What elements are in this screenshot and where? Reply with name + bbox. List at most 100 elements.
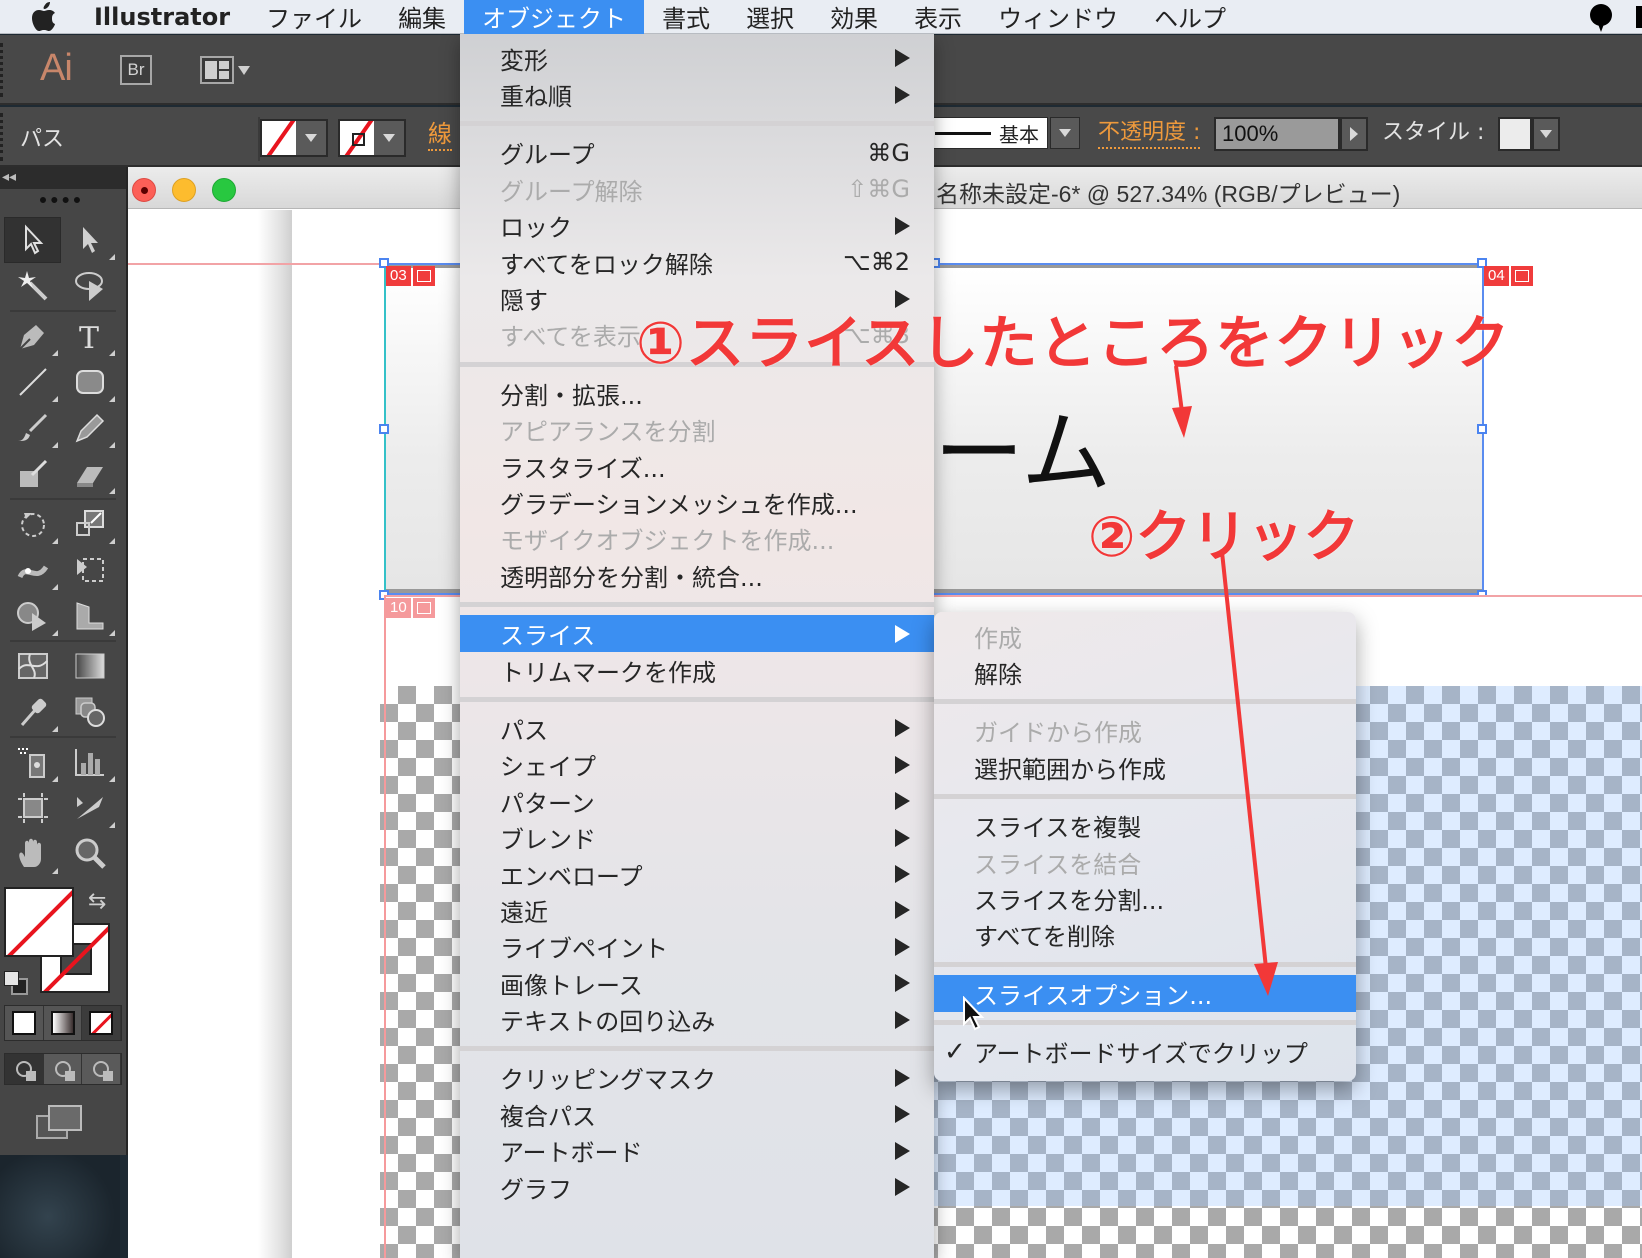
draw-normal-button[interactable] bbox=[5, 1054, 44, 1084]
object_menu-item[interactable]: トリムマークを作成 bbox=[460, 652, 934, 688]
fill-color-dropdown[interactable] bbox=[260, 119, 328, 157]
opacity-slider-button[interactable] bbox=[1340, 117, 1368, 151]
menu-object[interactable]: オブジェクト bbox=[464, 0, 645, 34]
free-transform-tool[interactable] bbox=[61, 547, 118, 593]
object_menu-item[interactable]: シェイプ bbox=[460, 747, 934, 783]
object_menu-item[interactable]: ブレンド bbox=[460, 819, 934, 855]
slice_submenu-item[interactable]: 選択範囲から作成 bbox=[934, 749, 1356, 785]
menu-view[interactable]: 表示 bbox=[896, 0, 980, 34]
opacity-field[interactable]: 100% bbox=[1214, 117, 1340, 151]
symbol-sprayer-tool[interactable] bbox=[4, 739, 61, 785]
eyedropper-tool[interactable] bbox=[4, 689, 61, 735]
object_menu-item[interactable]: 遠近 bbox=[460, 892, 934, 928]
line-segment-tool[interactable] bbox=[4, 359, 61, 405]
status-bar-icon-2[interactable] bbox=[1636, 6, 1642, 28]
draw-inside-button[interactable] bbox=[82, 1054, 122, 1084]
object_menu-item[interactable]: ライブペイント bbox=[460, 929, 934, 965]
menu-app-name[interactable]: Illustrator bbox=[66, 0, 248, 34]
menu-help[interactable]: ヘルプ bbox=[1136, 0, 1244, 34]
artboard-tool[interactable] bbox=[4, 785, 61, 831]
selection-handle[interactable] bbox=[379, 424, 389, 434]
style-dropdown-button[interactable] bbox=[1532, 117, 1560, 151]
magic-wand-tool[interactable] bbox=[4, 263, 61, 309]
default-fill-stroke-icon[interactable] bbox=[4, 971, 28, 995]
opacity-panel-link[interactable]: 不透明度 : bbox=[1098, 119, 1201, 149]
object_menu-item[interactable]: グループ ⌘G bbox=[460, 135, 934, 171]
selection-tool[interactable] bbox=[4, 217, 61, 263]
color-mode-button[interactable] bbox=[5, 1006, 44, 1040]
draw-behind-button[interactable] bbox=[43, 1054, 83, 1084]
slice_submenu-item[interactable]: すべてを削除 bbox=[934, 917, 1356, 953]
object_menu-item[interactable]: 画像トレース bbox=[460, 965, 934, 1001]
zoom-window-button[interactable] bbox=[212, 178, 236, 202]
paintbrush-tool[interactable] bbox=[4, 405, 61, 451]
shape-builder-tool[interactable] bbox=[4, 593, 61, 639]
blob-brush-tool[interactable] bbox=[4, 451, 61, 497]
object_menu-item[interactable]: すべてをロック解除 ⌥⌘2 bbox=[460, 244, 934, 280]
object_menu-item[interactable]: スライス bbox=[460, 615, 934, 652]
grip-handle[interactable] bbox=[0, 113, 3, 161]
menu-effect[interactable]: 効果 bbox=[812, 0, 896, 34]
selection-handle[interactable] bbox=[1477, 424, 1487, 434]
slice_submenu-item[interactable]: 解除 bbox=[934, 654, 1356, 690]
menu-type[interactable]: 書式 bbox=[644, 0, 728, 34]
object_menu-item[interactable]: ラスタライズ... bbox=[460, 448, 934, 484]
object_menu-item[interactable]: グラデーションメッシュを作成... bbox=[460, 484, 934, 520]
width-tool[interactable] bbox=[4, 547, 61, 593]
direct-selection-tool[interactable] bbox=[61, 217, 118, 263]
stroke-color-dropdown[interactable] bbox=[338, 119, 406, 157]
hand-tool[interactable] bbox=[4, 831, 61, 877]
minimize-window-button[interactable] bbox=[172, 178, 196, 202]
eraser-tool[interactable] bbox=[61, 451, 118, 497]
mesh-tool[interactable] bbox=[4, 643, 61, 689]
menu-edit[interactable]: 編集 bbox=[380, 0, 464, 34]
object_menu-item[interactable]: 透明部分を分割・統合... bbox=[460, 557, 934, 593]
object_menu-item[interactable]: 重ね順 bbox=[460, 76, 934, 112]
pencil-tool[interactable] bbox=[61, 405, 118, 451]
pen-tool[interactable] bbox=[4, 313, 61, 359]
object_menu-item[interactable]: 複合パス bbox=[460, 1096, 934, 1132]
apple-menu-icon[interactable] bbox=[22, 0, 66, 34]
slice_submenu-item[interactable]: スライスを分割... bbox=[934, 880, 1356, 916]
slice_submenu-item[interactable]: ✓ アートボードサイズでクリップ bbox=[934, 1034, 1356, 1070]
slice_submenu-item[interactable]: スライスオプション... bbox=[934, 975, 1356, 1012]
object_menu-item[interactable]: パス bbox=[460, 710, 934, 746]
zoom-tool[interactable] bbox=[61, 831, 118, 877]
slice-tool[interactable] bbox=[61, 785, 118, 831]
screen-mode-button[interactable] bbox=[36, 1105, 82, 1139]
perspective-grid-tool[interactable] bbox=[61, 593, 118, 639]
swap-fill-stroke-icon[interactable]: ⇆ bbox=[88, 889, 106, 914]
object_menu-item[interactable]: エンベロープ bbox=[460, 856, 934, 892]
object_menu-item[interactable]: クリッピングマスク bbox=[460, 1060, 934, 1096]
object_menu-item[interactable]: パターン bbox=[460, 783, 934, 819]
object_menu-item[interactable]: ロック bbox=[460, 208, 934, 244]
object_menu-item[interactable]: アートボード bbox=[460, 1133, 934, 1169]
menu-select[interactable]: 選択 bbox=[728, 0, 812, 34]
lasso-tool[interactable] bbox=[61, 263, 118, 309]
object_menu-item[interactable]: 分割・拡張... bbox=[460, 375, 934, 411]
panel-grip[interactable] bbox=[40, 197, 80, 203]
gradient-tool[interactable] bbox=[61, 643, 118, 689]
object_menu-item[interactable]: 変形 bbox=[460, 40, 934, 76]
blend-tool[interactable] bbox=[61, 689, 118, 735]
type-tool[interactable]: T bbox=[61, 313, 118, 359]
slice_submenu-item[interactable]: スライスを複製 bbox=[934, 808, 1356, 844]
bridge-button[interactable]: Br bbox=[120, 55, 152, 85]
fill-swatch[interactable] bbox=[4, 887, 74, 957]
rounded-rectangle-tool[interactable] bbox=[61, 359, 118, 405]
scale-tool[interactable] bbox=[61, 501, 118, 547]
grip-handle[interactable] bbox=[0, 43, 3, 97]
menu-file[interactable]: ファイル bbox=[248, 0, 380, 34]
rotate-tool[interactable] bbox=[4, 501, 61, 547]
profile-dropdown-button[interactable] bbox=[1050, 117, 1080, 149]
collapse-panel-button[interactable]: ◂◂ bbox=[0, 167, 126, 189]
status-bar-icon[interactable] bbox=[1588, 4, 1614, 32]
stroke-panel-link[interactable]: 線 bbox=[428, 119, 452, 151]
arrange-documents-button[interactable] bbox=[200, 55, 256, 85]
gradient-mode-button[interactable] bbox=[43, 1006, 83, 1040]
column-graph-tool[interactable] bbox=[61, 739, 118, 785]
graphic-style-swatch[interactable] bbox=[1498, 117, 1532, 151]
menu-window[interactable]: ウィンドウ bbox=[980, 0, 1136, 34]
none-mode-button[interactable] bbox=[82, 1006, 122, 1040]
variable-width-profile[interactable]: 基本 bbox=[930, 117, 1048, 149]
